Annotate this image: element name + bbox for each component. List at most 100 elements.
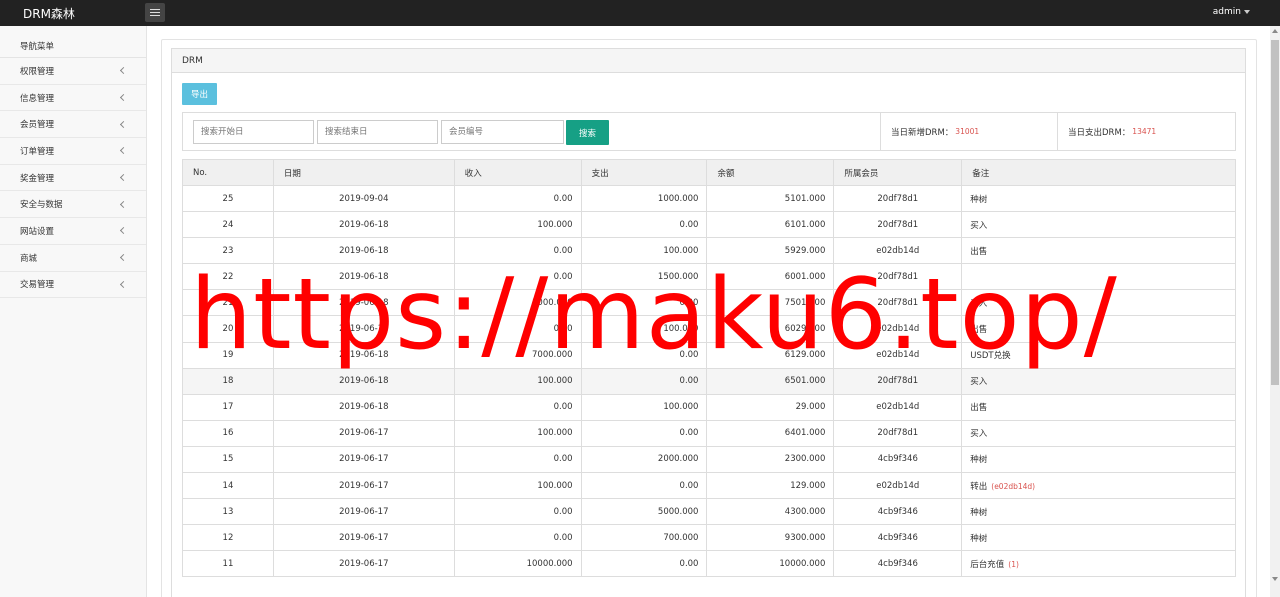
sidebar-item-label: 安全与数据 bbox=[20, 200, 63, 211]
cell-date-text: 2019-06-18 bbox=[339, 376, 389, 387]
cell-balance-text: 6001.000 bbox=[784, 271, 826, 282]
sidebar-item[interactable]: 会员管理 bbox=[0, 111, 146, 139]
cell-expense: 0.00 bbox=[580, 211, 708, 239]
cell-date: 2019-06-18 bbox=[272, 315, 455, 343]
cell-balance-text: 6029.000 bbox=[784, 324, 826, 335]
brand-logo[interactable]: DRM森林 bbox=[23, 5, 75, 22]
cell-member-text: 4cb9f346 bbox=[877, 506, 918, 517]
cell-no-text: 19 bbox=[222, 350, 234, 361]
cell-income: 0.00 bbox=[453, 263, 582, 291]
sidebar-item[interactable]: 权限管理 bbox=[0, 58, 146, 85]
member-id-input[interactable] bbox=[441, 120, 564, 144]
chevron-left-icon bbox=[119, 174, 128, 182]
sidebar-item[interactable]: 奖金管理 bbox=[0, 165, 146, 192]
cell-no-text: 20 bbox=[222, 324, 234, 335]
cell-date-text: 2019-06-17 bbox=[339, 480, 389, 491]
cell-balance-text: 5929.000 bbox=[784, 245, 826, 256]
note-extra: (1) bbox=[1008, 559, 1019, 569]
page-scrollbar[interactable] bbox=[1270, 26, 1280, 597]
cell-balance-text: 9300.000 bbox=[784, 532, 826, 543]
cell-balance-text: 6401.000 bbox=[784, 428, 826, 439]
cell-income-text: 10000.000 bbox=[526, 558, 573, 569]
cell-date-text: 2019-06-17 bbox=[339, 532, 389, 543]
col-header-note: 备注 bbox=[961, 159, 1236, 186]
col-header-income: 收入 bbox=[453, 159, 582, 186]
table-row: 22 2019-06-18 0.00 1500.000 6001.000 20df78d1 bbox=[182, 263, 1236, 291]
cell-date-text: 2019-06-17 bbox=[339, 454, 389, 465]
export-button[interactable]: 导出 bbox=[182, 83, 217, 105]
cell-date: 2019-06-18 bbox=[272, 367, 455, 395]
sidebar-item[interactable]: 交易管理 bbox=[0, 272, 146, 299]
cell-no: 22 bbox=[182, 263, 274, 291]
cell-date-text: 2019-06-17 bbox=[339, 558, 389, 569]
cell-no-text: 21 bbox=[222, 297, 234, 308]
cell-member-text: 20df78d1 bbox=[877, 219, 919, 230]
cell-member-text: e02db14d bbox=[876, 324, 920, 335]
menu-toggle-button[interactable] bbox=[145, 3, 165, 22]
cell-member: 20df78d1 bbox=[833, 289, 963, 317]
cell-member: 20df78d1 bbox=[833, 367, 963, 395]
cell-expense: 0.00 bbox=[580, 367, 708, 395]
cell-income: 10000.000 bbox=[453, 550, 582, 578]
cell-member-text: 20df78d1 bbox=[877, 271, 919, 282]
cell-expense: 0.00 bbox=[580, 550, 708, 578]
cell-balance-text: 7501.000 bbox=[784, 297, 826, 308]
daily-new-drm: 当日新增DRM： 31001 bbox=[880, 113, 1057, 150]
cell-income: 0.00 bbox=[453, 393, 582, 421]
cell-note: 转出 (e02db14d) bbox=[961, 472, 1236, 500]
cell-income: 0.00 bbox=[453, 524, 582, 552]
user-menu[interactable]: admin bbox=[1213, 7, 1250, 17]
cell-member: 4cb9f346 bbox=[833, 524, 963, 552]
cell-balance: 129.000 bbox=[706, 472, 835, 500]
sidebar-item[interactable]: 安全与数据 bbox=[0, 191, 146, 219]
cell-no: 17 bbox=[182, 393, 274, 421]
cell-balance-text: 10000.000 bbox=[779, 558, 826, 569]
table-row: 25 2019-09-04 0.00 1000.000 5101.000 20df78d1… bbox=[182, 184, 1236, 213]
cell-date: 2019-06-18 bbox=[272, 237, 455, 265]
cell-date: 2019-06-17 bbox=[272, 419, 455, 447]
cell-income: 100.000 bbox=[453, 211, 582, 239]
col-header-member: 所属会员 bbox=[833, 159, 963, 186]
cell-no: 12 bbox=[182, 524, 274, 552]
sidebar-item[interactable]: 网站设置 bbox=[0, 218, 146, 245]
cell-no: 24 bbox=[182, 211, 274, 239]
search-button[interactable]: 搜索 bbox=[566, 120, 609, 145]
drm-table: No. 日期 收入 支出 余额 所属会员 备注 25 2019-09-04 0.00… bbox=[182, 159, 1236, 578]
cell-date: 2019-06-17 bbox=[272, 472, 455, 500]
daily-out-value: 13471 bbox=[1132, 127, 1157, 136]
cell-date: 2019-06-18 bbox=[272, 289, 455, 317]
scroll-down-arrow-icon[interactable] bbox=[1272, 577, 1278, 581]
cell-no: 19 bbox=[182, 341, 274, 369]
scroll-thumb[interactable] bbox=[1271, 40, 1279, 385]
cell-member-text: 20df78d1 bbox=[877, 376, 919, 387]
cell-expense-text: 1000.000 bbox=[657, 193, 699, 204]
chevron-left-icon bbox=[119, 280, 128, 288]
chevron-left-icon bbox=[119, 254, 128, 262]
cell-member-text: 4cb9f346 bbox=[877, 454, 918, 465]
cell-balance-text: 129.000 bbox=[790, 480, 826, 491]
cell-member: 20df78d1 bbox=[833, 211, 963, 239]
cell-member: e02db14d bbox=[833, 341, 963, 369]
chevron-left-icon bbox=[119, 200, 128, 208]
sidebar-item[interactable]: 信息管理 bbox=[0, 85, 146, 112]
cell-member-text: 20df78d1 bbox=[877, 428, 919, 439]
cell-income: 0.00 bbox=[453, 445, 582, 474]
search-end-date-input[interactable] bbox=[317, 120, 438, 144]
cell-note: 出售 bbox=[961, 315, 1236, 343]
search-start-date-input[interactable] bbox=[193, 120, 314, 144]
drm-panel: DRM 导出 搜索 当日新增DRM： 31001 当日支出DRM： 13471 … bbox=[171, 48, 1246, 597]
cell-no: 13 bbox=[182, 498, 274, 526]
cell-expense: 100.000 bbox=[580, 315, 708, 343]
user-name: admin bbox=[1212, 7, 1241, 17]
sidebar-item[interactable]: 商城 bbox=[0, 245, 146, 272]
cell-income: 100.000 bbox=[453, 472, 582, 500]
cell-income-text: 1000.000 bbox=[532, 297, 573, 308]
sidebar-item-label: 权限管理 bbox=[20, 66, 55, 77]
table-row: 16 2019-06-17 100.000 0.00 6401.000 20df78d1 买… bbox=[182, 419, 1236, 447]
chevron-left-icon bbox=[119, 67, 128, 75]
scroll-up-arrow-icon[interactable] bbox=[1272, 29, 1278, 33]
cell-income: 100.000 bbox=[453, 367, 582, 395]
cell-note: 种树 bbox=[961, 184, 1236, 213]
sidebar-item[interactable]: 订单管理 bbox=[0, 138, 146, 165]
cell-balance: 6101.000 bbox=[706, 211, 835, 239]
